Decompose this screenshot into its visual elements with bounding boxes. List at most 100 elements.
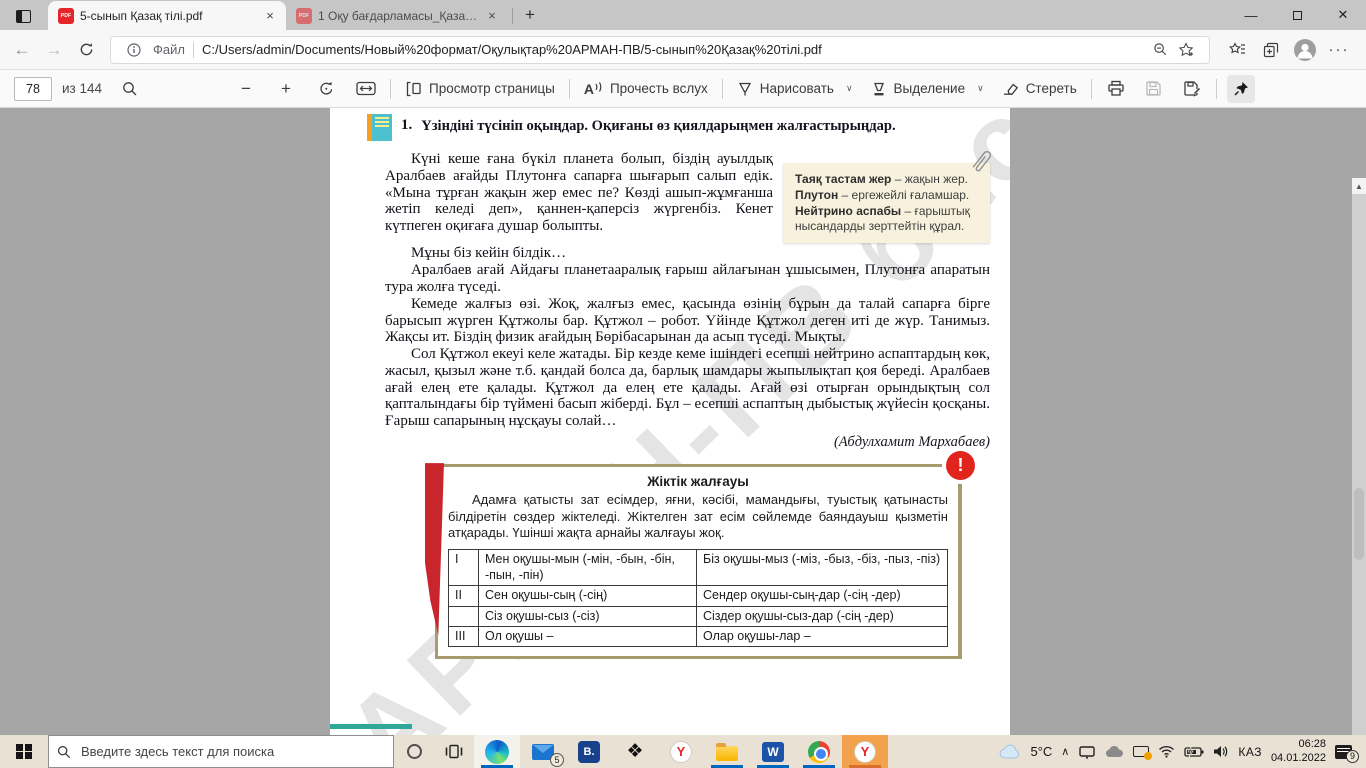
pin-toolbar-button[interactable]: [1226, 74, 1255, 103]
page-view-button[interactable]: Просмотр страницы: [401, 75, 559, 103]
search-document-button[interactable]: [116, 75, 144, 103]
yandex-icon: Y: [854, 740, 876, 763]
highlight-label: Выделение: [893, 81, 966, 96]
draw-label: Нарисовать: [759, 81, 834, 96]
draw-button[interactable]: Нарисовать ∨: [733, 75, 857, 103]
read-aloud-button[interactable]: A Прочесть вслух: [580, 75, 712, 103]
scrollbar-thumb[interactable]: [1354, 488, 1364, 560]
wifi-icon[interactable]: [1158, 745, 1175, 758]
window-controls: — ✕: [1228, 0, 1366, 30]
settings-menu-icon[interactable]: ···: [1322, 34, 1356, 66]
onedrive-cloud-icon[interactable]: [1105, 745, 1124, 758]
vertical-scrollbar[interactable]: ▲: [1352, 178, 1366, 768]
collections-icon[interactable]: [1254, 34, 1288, 66]
save-button[interactable]: [1140, 75, 1168, 103]
minimize-button[interactable]: —: [1228, 0, 1274, 30]
connect-display-icon[interactable]: [1078, 745, 1096, 759]
task-row: 1. Үзіндіні түсініп оқыңдар. Оқиғаны өз …: [367, 114, 990, 141]
zoom-in-button[interactable]: +: [272, 75, 300, 103]
start-button[interactable]: [0, 735, 48, 768]
scroll-up-icon[interactable]: ▲: [1352, 178, 1366, 194]
task-view-icon: [445, 744, 463, 759]
volume-icon[interactable]: [1213, 745, 1229, 758]
temperature-label[interactable]: 5°C: [1030, 744, 1052, 759]
restore-button[interactable]: [1274, 0, 1320, 30]
rotate-button[interactable]: [312, 75, 340, 103]
taskbar-app-word[interactable]: W: [750, 735, 796, 768]
highlight-button[interactable]: Выделение ∨: [867, 75, 988, 103]
tab-close-icon[interactable]: ×: [262, 8, 278, 24]
close-button[interactable]: ✕: [1320, 0, 1366, 30]
vocab-line: Нейтрино аспабы – ғарыштық нысандарды зе…: [795, 203, 970, 234]
task-view-button[interactable]: [434, 735, 474, 768]
taskbar-app-bitrix[interactable]: B.: [566, 735, 612, 768]
reload-button[interactable]: [70, 34, 102, 66]
language-indicator[interactable]: КАЗ: [1238, 745, 1262, 759]
page-view-label: Просмотр страницы: [429, 81, 555, 96]
new-tab-button[interactable]: +: [517, 2, 543, 28]
yandex-icon: Y: [670, 740, 692, 763]
notification-center-button[interactable]: 9: [1335, 744, 1359, 763]
tab-close-icon[interactable]: ×: [484, 8, 500, 24]
browser-window: PDF 5-сынып Қазақ тілі.pdf × PDF 1 Оқу б…: [0, 0, 1366, 768]
clock[interactable]: 06:28 04.01.2022: [1271, 738, 1326, 766]
cortana-button[interactable]: [394, 735, 434, 768]
rotate-icon: [319, 82, 332, 95]
add-favorite-icon[interactable]: [1173, 37, 1199, 63]
forward-button[interactable]: →: [38, 34, 70, 66]
singular-cell: Ол оқушы –: [478, 625, 697, 648]
paragraph: Күні кеше ғана бүкіл планета болып, бізд…: [385, 151, 773, 235]
zoom-out-indicator-icon[interactable]: [1147, 37, 1173, 63]
erase-label: Стереть: [1025, 81, 1077, 96]
url-field[interactable]: Файл C:/Users/admin/Documents/Новый%20фо…: [110, 35, 1210, 64]
task-text: Үзіндіні түсініп оқыңдар. Оқиғаны өз қия…: [421, 118, 896, 134]
display-notification-icon[interactable]: [1133, 746, 1153, 760]
weather-cloud-icon[interactable]: [999, 744, 1021, 759]
taskbar-app-edge[interactable]: [474, 735, 520, 768]
paperclip-icon: [972, 151, 992, 172]
plural-cell: Сіздер оқушы-сыз-дар (-сің -дер): [696, 605, 948, 627]
person-cell: I: [448, 548, 479, 587]
fit-width-button[interactable]: [352, 75, 380, 103]
vertical-tabs-button[interactable]: [8, 3, 38, 29]
erase-button[interactable]: Стереть: [998, 75, 1081, 103]
print-button[interactable]: [1102, 75, 1130, 103]
info-icon[interactable]: [121, 37, 147, 63]
taskbar-app-dropbox[interactable]: ❖: [612, 735, 658, 768]
toolbar-separator: [721, 78, 723, 99]
taskbar-app-explorer[interactable]: [704, 735, 750, 768]
favorites-hub-icon[interactable]: [1220, 34, 1254, 66]
save-as-icon: [1184, 81, 1200, 97]
tab-active-pdf[interactable]: PDF 5-сынып Қазақ тілі.pdf ×: [48, 1, 286, 30]
taskbar-search-box[interactable]: [48, 735, 394, 768]
taskbar-search-input[interactable]: [79, 743, 385, 760]
tab-inactive-pdf[interactable]: PDF 1 Оқу бағдарламасы_Қазақ тілі ×: [286, 1, 508, 30]
table-row: II Сен оқушы-сың (-сің) Сендер оқушы-сың…: [448, 585, 948, 607]
folder-icon: [716, 742, 738, 761]
pin-icon: [1234, 81, 1248, 95]
save-as-button[interactable]: [1178, 75, 1206, 103]
page-number-input[interactable]: [14, 76, 52, 101]
singular-cell: Сіз оқушы-сыз (-сіз): [478, 605, 697, 627]
pdf-content-area[interactable]: АРМАН-ПВ бас 1. Үзіндіні түсініп оқыңдар…: [0, 108, 1366, 768]
pdf-file-icon: PDF: [58, 7, 74, 24]
taskbar-app-chrome[interactable]: [796, 735, 842, 768]
taskbar-app-yandex-active[interactable]: Y: [842, 735, 888, 768]
word-icon: W: [762, 741, 784, 762]
battery-icon[interactable]: [1184, 746, 1204, 758]
zoom-out-button[interactable]: −: [232, 75, 260, 103]
avatar: [1294, 38, 1316, 61]
pdf-page: АРМАН-ПВ бас 1. Үзіндіні түсініп оқыңдар…: [330, 108, 1010, 735]
taskbar-app-yandex-browser[interactable]: Y: [658, 735, 704, 768]
profile-button[interactable]: [1288, 38, 1322, 61]
restore-icon: [1292, 7, 1307, 20]
taskbar-app-mail[interactable]: 5: [520, 735, 566, 768]
chevron-down-icon[interactable]: ∨: [977, 83, 984, 94]
windows-logo-icon: [16, 743, 32, 760]
tray-expand-icon[interactable]: ∧: [1061, 745, 1069, 758]
taskbar: 5 B. ❖ Y W Y 5°C ∧: [0, 735, 1366, 768]
chevron-down-icon[interactable]: ∨: [846, 83, 853, 94]
back-button[interactable]: ←: [6, 34, 38, 66]
toolbar-separator: [568, 78, 570, 99]
grammar-rule-box: ! Жіктік жалғауы Адамға қатысты зат есім…: [425, 451, 975, 660]
